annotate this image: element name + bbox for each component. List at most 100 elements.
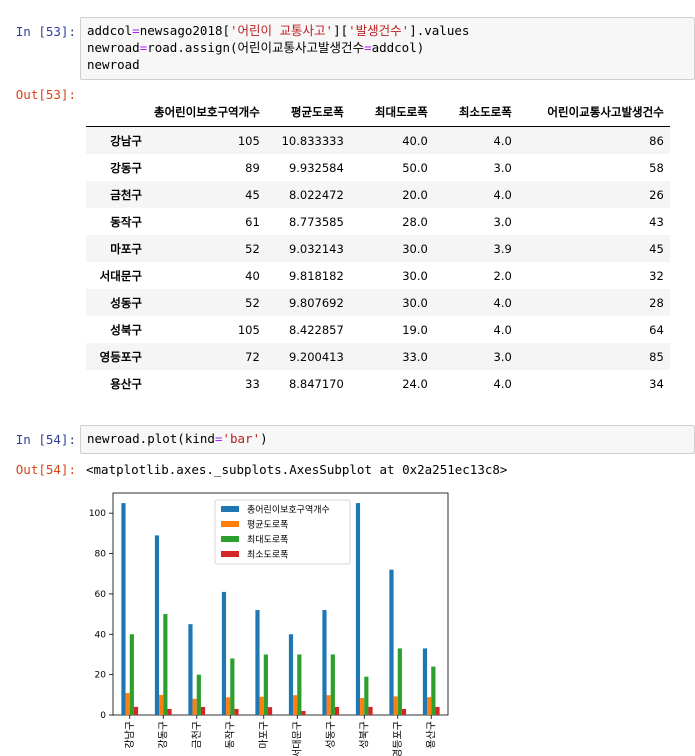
code-token: newroad.plot(kind	[87, 431, 215, 446]
table-cell: 4.0	[493, 133, 512, 148]
code-token: =	[364, 40, 372, 55]
row-index: 강남구	[110, 133, 142, 148]
bar	[435, 706, 440, 715]
code-line: newroad	[87, 56, 688, 73]
row-index: 강동구	[110, 160, 142, 175]
bar	[125, 693, 130, 715]
bar	[163, 614, 168, 715]
code-token: '어린이 교통사고'	[230, 23, 334, 38]
legend-label: 평균도로폭	[247, 520, 288, 531]
table-row: 성북구 105 8.422857 19.0 4.0 64	[86, 316, 670, 343]
table-cell: 4.0	[493, 295, 512, 310]
bar	[393, 696, 398, 715]
table-cell: 30.0	[402, 241, 428, 256]
table-cell: 4.0	[493, 322, 512, 337]
output-prompt-53: Out[53]:	[15, 87, 76, 102]
y-tick-label: 60	[95, 590, 107, 600]
code-token: newsago2018[	[139, 23, 230, 38]
table-cell: 3.0	[493, 214, 512, 229]
bar	[397, 648, 402, 715]
bar	[293, 695, 298, 715]
code-token: newroad	[87, 40, 140, 55]
legend-swatch	[221, 506, 239, 512]
column-header: 총어린이보호구역개수	[148, 98, 266, 127]
table-cell: 50.0	[402, 160, 428, 175]
row-index: 성북구	[110, 322, 142, 337]
table-row: 강동구 89 9.932584 50.0 3.0 58	[86, 154, 670, 181]
table-cell: 45	[649, 241, 664, 256]
bar	[221, 591, 227, 715]
table-cell: 9.200413	[288, 349, 344, 364]
code-token: newroad	[87, 57, 140, 72]
code-token: addcol)	[371, 40, 425, 55]
table-cell: 86	[649, 133, 664, 148]
bar	[196, 674, 201, 715]
row-index: 성동구	[110, 295, 142, 310]
bar	[322, 610, 327, 715]
legend-swatch	[221, 521, 239, 527]
row-index: 서대문구	[99, 268, 142, 283]
column-header: 평균도로폭	[265, 98, 350, 127]
x-tick-label: 동작구	[224, 721, 236, 749]
code-line: newroad.plot(kind='bar')	[87, 430, 688, 447]
y-tick-label: 0	[100, 711, 106, 721]
code-cell-53[interactable]: addcol=newsago2018['어린이 교통사고']['발생건수'].v…	[80, 17, 695, 80]
bar	[267, 707, 273, 715]
code-token: road.assign(어린이교통사고발생건수	[147, 40, 365, 55]
bar	[297, 654, 302, 715]
table-cell: 9.932584	[288, 160, 344, 175]
y-tick-label: 80	[95, 550, 107, 560]
table-row: 강남구 105 10.833333 40.0 4.0 86	[86, 126, 670, 154]
row-index: 마포구	[110, 241, 142, 256]
bar	[389, 569, 394, 715]
input-prompt-54: In [54]:	[15, 432, 76, 447]
dataframe-table: 총어린이보호구역개수 평균도로폭 최대도로폭 최소도로폭 어린이교통사고발생건수 강남구…	[86, 98, 670, 397]
bar	[427, 697, 432, 715]
bar	[226, 697, 231, 715]
bar	[259, 696, 264, 715]
table-row: 금천구 45 8.022472 20.0 4.0 26	[86, 181, 670, 208]
code-cell-54[interactable]: newroad.plot(kind='bar')	[80, 425, 695, 454]
legend	[214, 499, 351, 565]
table-cell: 20.0	[402, 187, 428, 202]
bar	[192, 698, 197, 715]
table-cell: 2.0	[493, 268, 512, 283]
bar	[288, 634, 294, 715]
legend-label: 최대도로폭	[247, 535, 288, 546]
row-index: 동작구	[110, 214, 142, 229]
bar	[129, 634, 134, 715]
table-cell: 8.422857	[288, 322, 344, 337]
table-header: 총어린이보호구역개수 평균도로폭 최대도로폭 최소도로폭 어린이교통사고발생건수	[86, 98, 670, 127]
table-cell: 105	[237, 133, 260, 148]
table-cell: 72	[245, 349, 260, 364]
bar	[364, 676, 369, 715]
code-token: '발생건수'	[348, 23, 410, 38]
column-header: 어린이교통사고발생건수	[517, 98, 670, 127]
table-row: 영등포구 72 9.200413 33.0 3.0 85	[86, 343, 670, 370]
bar	[263, 654, 268, 715]
table-cell: 52	[245, 295, 260, 310]
bar	[234, 708, 239, 715]
x-tick-label: 금천구	[191, 721, 203, 749]
table-cell: 89	[245, 160, 260, 175]
bar	[154, 535, 160, 715]
bar	[401, 708, 407, 715]
bar	[422, 648, 428, 715]
table-cell: 64	[649, 322, 664, 337]
legend-label: 총어린이보호구역개수	[247, 505, 330, 516]
bar	[431, 666, 436, 715]
x-tick-label: 마포구	[258, 721, 270, 749]
row-index: 용산구	[110, 376, 142, 391]
bar	[167, 708, 172, 715]
bar	[334, 706, 340, 715]
bar	[230, 658, 235, 715]
table-cell: 19.0	[402, 322, 428, 337]
table-cell: 30.0	[402, 268, 428, 283]
y-tick-label: 100	[89, 509, 106, 519]
table-cell: 4.0	[493, 187, 512, 202]
table-cell: 32	[649, 268, 664, 283]
table-row: 용산구 33 8.847170 24.0 4.0 34	[86, 370, 670, 397]
table-cell: 9.818182	[288, 268, 344, 283]
input-prompt-53: In [53]:	[15, 24, 76, 39]
table-cell: 40.0	[402, 133, 428, 148]
